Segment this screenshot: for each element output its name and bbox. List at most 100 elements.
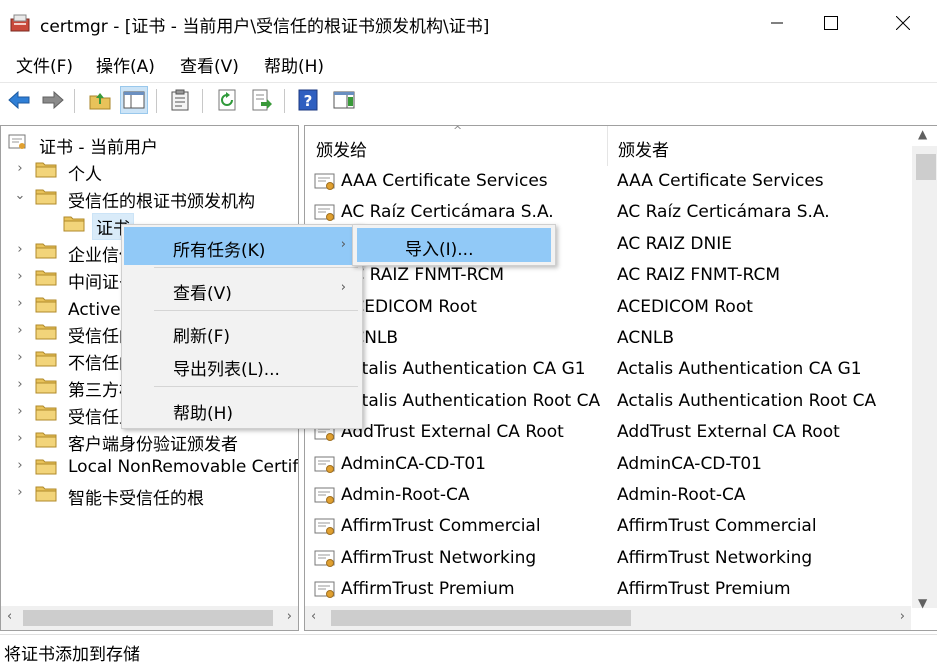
minimize-button[interactable]: [754, 0, 800, 46]
menu-help[interactable]: 帮助(H): [262, 52, 326, 77]
issued-by-cell: AC RAIZ FNMT-RCM: [617, 265, 781, 286]
back-button[interactable]: [5, 86, 33, 114]
certificate-icon: [314, 581, 335, 599]
maximize-icon: [824, 16, 838, 30]
toolbar-separator: [202, 89, 203, 113]
folder-icon: [35, 189, 57, 205]
certificate-icon: [314, 487, 335, 504]
expand-arrow-icon[interactable]: ›: [13, 377, 27, 392]
certmgr-app-icon: [10, 14, 30, 32]
certificate-icon: [314, 550, 335, 567]
tree-item[interactable]: › 客户端身份验证颁发者: [1, 427, 298, 455]
tree-item[interactable]: ⌄ 受信任的根证书颁发机构: [1, 184, 298, 212]
menu-bar: 文件(F) 操作(A) 查看(V) 帮助(H): [0, 48, 937, 80]
close-button[interactable]: [880, 0, 926, 46]
folder-icon: [35, 162, 57, 178]
expand-arrow-icon[interactable]: ›: [13, 242, 27, 257]
expand-arrow-icon[interactable]: ›: [13, 431, 27, 446]
refresh-button[interactable]: [214, 86, 242, 114]
show-hide-action-pane-button[interactable]: [330, 86, 358, 114]
issued-by-cell: AffirmTrust Premium: [617, 579, 791, 600]
issued-by-cell: Actalis Authentication CA G1: [617, 359, 862, 380]
issued-to-cell: AAA Certificate Services: [341, 171, 548, 191]
issued-to-cell: Actalis Authentication CA G1: [341, 359, 586, 380]
list-scroll-thumb-horizontal[interactable]: [331, 610, 631, 626]
tree-horizontal-scrollbar[interactable]: ‹ ›: [1, 606, 298, 630]
table-row[interactable]: AffirmTrust Networking AffirmTrust Networ…: [305, 543, 905, 574]
export-list-icon: [252, 89, 272, 111]
export-list-button[interactable]: [248, 86, 276, 114]
table-row[interactable]: AddTrust External CA Root AddTrust Extern…: [305, 417, 905, 448]
list-scroll-thumb[interactable]: [916, 154, 936, 180]
toolbar-separator: [156, 89, 157, 113]
expand-arrow-icon[interactable]: ›: [13, 323, 27, 338]
tree-item[interactable]: › Local NonRemovable Certificates: [1, 454, 298, 481]
expand-arrow-icon[interactable]: ›: [13, 269, 27, 284]
menu-item-help[interactable]: 帮助(H): [124, 390, 360, 428]
toolbar: ?: [0, 82, 937, 118]
tree-item-label: 受信任的根证书颁发机构: [68, 192, 255, 212]
table-row[interactable]: AffirmTrust Commercial AffirmTrust Commer…: [305, 511, 905, 542]
tree-root[interactable]: 证书 - 当前用户: [1, 130, 298, 158]
table-row[interactable]: Admin-Root-CA Admin-Root-CA: [305, 480, 905, 511]
expand-arrow-icon[interactable]: ›: [13, 161, 27, 176]
expand-arrow-icon[interactable]: ›: [13, 296, 27, 311]
certificate-store-icon: [8, 134, 26, 149]
expand-arrow-icon[interactable]: ›: [13, 350, 27, 365]
status-bar: 将证书添加到存储: [0, 634, 937, 665]
scroll-right-icon[interactable]: ›: [900, 609, 905, 624]
menu-item-all-tasks[interactable]: 所有任务(K) ›: [124, 227, 360, 265]
tree-item[interactable]: › 个人: [1, 157, 298, 185]
clipboard-icon: [171, 89, 189, 111]
column-header-issued-by[interactable]: 颁发者: [607, 126, 907, 166]
menu-file[interactable]: 文件(F): [14, 52, 75, 77]
show-hide-console-tree-button[interactable]: [120, 86, 148, 114]
list-vertical-scrollbar[interactable]: ▲ ▼: [912, 127, 937, 610]
issued-by-cell: AffirmTrust Commercial: [617, 516, 817, 537]
table-row[interactable]: ACEDICOM Root ACEDICOM Root: [305, 292, 905, 323]
issued-to-cell: AffirmTrust Networking: [341, 547, 537, 568]
up-one-level-button[interactable]: [86, 86, 114, 114]
issued-by-cell: ACNLB: [617, 328, 675, 348]
properties-pane-icon: [333, 91, 355, 109]
expand-arrow-icon[interactable]: ›: [13, 485, 27, 500]
table-row[interactable]: Actalis Authentication Root CA Actalis Au…: [305, 386, 905, 417]
column-header-issued-to[interactable]: 颁发给 ^: [305, 126, 607, 166]
table-row[interactable]: AAA Certificate Services AAA Certificate …: [305, 166, 905, 197]
help-button[interactable]: ?: [294, 86, 322, 114]
submenu-arrow-icon: ›: [340, 237, 346, 252]
menu-item-view[interactable]: 查看(V) ›: [124, 270, 360, 308]
expand-arrow-icon[interactable]: ›: [13, 458, 27, 473]
menu-item-import[interactable]: 导入(I)...: [357, 228, 551, 262]
tree-item[interactable]: › 智能卡受信任的根: [1, 481, 298, 509]
menu-view[interactable]: 查看(V): [178, 52, 241, 77]
collapse-arrow-icon[interactable]: ⌄: [13, 188, 27, 203]
table-row[interactable]: AffirmTrust Premium AffirmTrust Premium: [305, 574, 905, 605]
tree-item-label: 个人: [68, 165, 102, 185]
folder-icon: [35, 351, 57, 367]
scroll-down-icon[interactable]: ▼: [918, 596, 927, 610]
menu-item-export-list[interactable]: 导出列表(L)...: [124, 346, 360, 384]
tree-scroll-thumb[interactable]: [23, 610, 273, 626]
forward-button[interactable]: [39, 86, 67, 114]
issued-by-cell: Admin-Root-CA: [617, 485, 746, 505]
issued-to-cell: AffirmTrust Premium: [341, 579, 515, 600]
menu-action[interactable]: 操作(A): [94, 52, 157, 77]
table-row[interactable]: ACNLB ACNLB: [305, 323, 905, 354]
scroll-left-icon[interactable]: ‹: [311, 609, 316, 624]
table-row[interactable]: Actalis Authentication CA G1 Actalis Auth…: [305, 354, 905, 385]
toolbar-separator: [74, 89, 75, 113]
folder-icon: [35, 297, 57, 313]
scroll-right-icon[interactable]: ›: [287, 609, 292, 624]
expand-arrow-icon[interactable]: ›: [13, 404, 27, 419]
copy-button[interactable]: [166, 86, 194, 114]
certificate-list-pane[interactable]: 颁发给 ^ 颁发者 AAA Certificate Services AAA Ce…: [304, 125, 937, 631]
list-horizontal-scrollbar[interactable]: ‹ ›: [305, 606, 911, 630]
scroll-up-icon[interactable]: ▲: [918, 127, 927, 141]
close-icon: [896, 16, 910, 30]
table-row[interactable]: AdminCA-CD-T01 AdminCA-CD-T01: [305, 449, 905, 480]
scroll-left-icon[interactable]: ‹: [7, 609, 12, 624]
maximize-button[interactable]: [808, 0, 854, 46]
issued-by-cell: AAA Certificate Services: [617, 171, 824, 191]
certificate-icon: [314, 173, 335, 190]
